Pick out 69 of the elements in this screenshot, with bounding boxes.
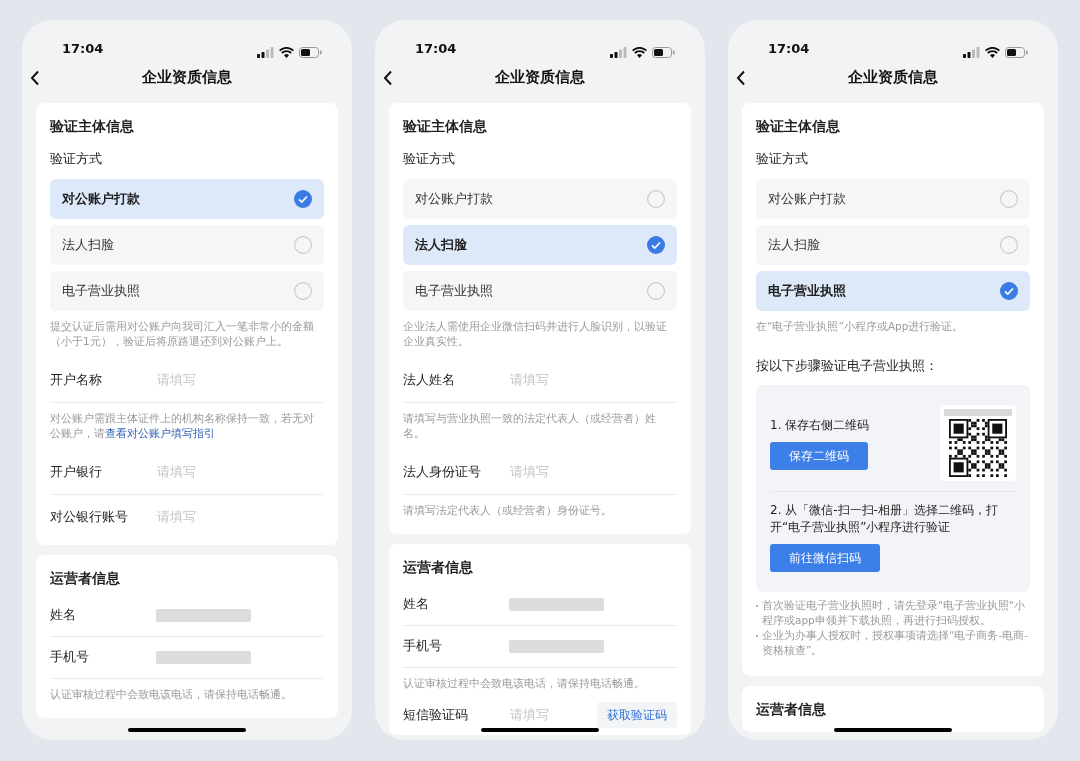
option-row[interactable]: 对公账户打款 — [756, 178, 1030, 219]
option-row[interactable]: 电子营业执照 — [403, 270, 677, 311]
section-heading: 验证主体信息 — [50, 117, 135, 135]
option-row[interactable]: 电子营业执照 — [50, 270, 324, 311]
field-label: 手机号 — [50, 648, 90, 667]
section-heading: 运营者信息 — [403, 557, 474, 576]
hint-text: 企业法人需使用企业微信扫码并进行人脸识别，以验证企业真实性。 — [403, 318, 668, 349]
hint-text: 首次验证电子营业执照时，请先登录"电子营业执照"小程序或app申领并下载执照，再进行扫码授权。 — [762, 598, 1026, 628]
input-field[interactable]: 请填写 — [157, 506, 324, 527]
section-heading: 运营者信息 — [756, 700, 827, 718]
field-label: 法人姓名 — [403, 371, 456, 390]
back-icon[interactable] — [736, 70, 746, 86]
input-field[interactable]: 请填写 — [510, 704, 597, 725]
field-label: 法人身份证号 — [403, 463, 482, 482]
guide-link[interactable]: 查看对公账户填写指引 — [105, 426, 215, 439]
hint-text: 认证审核过程中会致电该电话，请保持电话畅通。 — [403, 675, 646, 691]
hint-text: 请填写法定代表人（或经营者）身份证号。 — [403, 502, 613, 518]
back-icon[interactable] — [383, 70, 393, 86]
field-label: 验证方式 — [756, 150, 809, 168]
battery-icon — [299, 47, 322, 58]
step-text: 1. 保存右侧二维码 — [770, 416, 870, 434]
step-button[interactable]: 前往微信扫码 — [770, 544, 880, 572]
get-code-button[interactable]: 获取验证码 — [597, 701, 677, 728]
field-label: 验证方式 — [403, 150, 456, 168]
field-label: 验证方式 — [50, 150, 103, 168]
status-time: 17:04 — [415, 39, 457, 58]
back-icon[interactable] — [30, 70, 40, 86]
field-label: 姓名 — [403, 595, 430, 614]
page-title: 企业资质信息 — [494, 68, 586, 88]
field-label: 对公银行账号 — [50, 507, 129, 526]
page-title: 企业资质信息 — [141, 68, 233, 88]
signal-icon — [257, 47, 274, 58]
input-field[interactable]: 请填写 — [510, 462, 677, 482]
instruction-text: 按以下步骤验证电子营业执照： — [756, 356, 939, 375]
battery-icon — [1005, 47, 1028, 58]
hint-text: 对公账户需跟主体证件上的机构名称保持一致，若无对公账户，请查看对公账户填写指引 — [50, 410, 315, 441]
option-row[interactable]: 电子营业执照 — [756, 270, 1030, 311]
page-title: 企业资质信息 — [847, 68, 939, 88]
field-label: 手机号 — [403, 637, 443, 656]
option-row[interactable]: 对公账户打款 — [50, 178, 324, 219]
hint-text: 认证审核过程中会致电该电话，请保持电话畅通。 — [50, 686, 293, 702]
section-heading: 验证主体信息 — [403, 117, 488, 135]
hint-text: 企业为办事人授权时，授权事项请选择“电子商务-电商-资格核查”。 — [762, 628, 1030, 658]
option-row[interactable]: 法人扫脸 — [50, 224, 324, 265]
hint-text: 在“电子营业执照”小程序或App进行验证。 — [756, 318, 965, 334]
field-label: 短信验证码 — [403, 705, 469, 724]
battery-icon — [652, 47, 675, 58]
wifi-icon — [279, 47, 294, 58]
field-label: 开户银行 — [50, 463, 103, 482]
input-field[interactable]: 请填写 — [510, 370, 677, 390]
field-label: 开户名称 — [50, 371, 103, 390]
option-row[interactable]: 法人扫脸 — [756, 224, 1030, 265]
input-field[interactable]: 请填写 — [157, 462, 324, 482]
section-heading: 验证主体信息 — [756, 117, 841, 135]
status-time: 17:04 — [768, 39, 810, 58]
signal-icon — [610, 47, 627, 58]
wifi-icon — [985, 47, 1000, 58]
hint-text: 提交认证后需用对公账户向我司汇入一笔非常小的金额（小于1元），验证后将原路退还到对公账户上。 — [50, 318, 315, 349]
signal-icon — [963, 47, 980, 58]
section-heading: 运营者信息 — [50, 568, 121, 587]
step-button[interactable]: 保存二维码 — [770, 441, 868, 470]
step-text: 2. 从「微信-扫一扫-相册」选择二维码，打开“电子营业执照”小程序进行验证 — [770, 502, 999, 536]
input-field[interactable]: 请填写 — [157, 370, 324, 390]
field-label: 姓名 — [50, 606, 77, 625]
option-row[interactable]: 对公账户打款 — [403, 178, 677, 219]
hint-text: 请填写与营业执照一致的法定代表人（或经营者）姓名。 — [403, 410, 657, 441]
option-row[interactable]: 法人扫脸 — [403, 224, 677, 265]
status-time: 17:04 — [62, 39, 104, 58]
wifi-icon — [632, 47, 647, 58]
